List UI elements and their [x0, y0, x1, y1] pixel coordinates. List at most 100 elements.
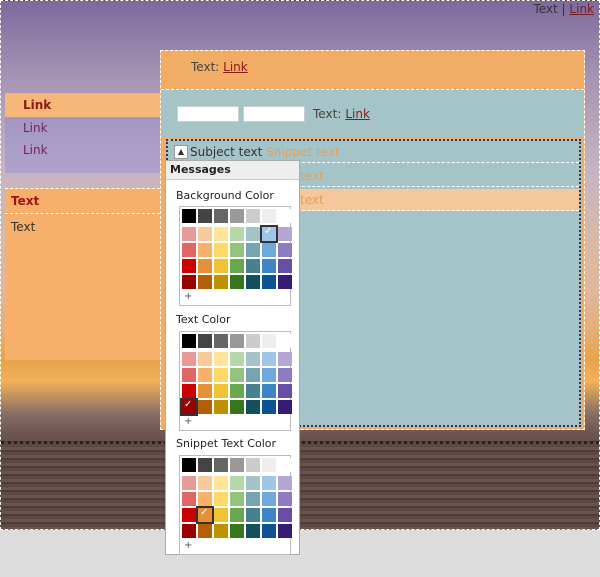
color-swatch[interactable] [214, 243, 228, 257]
color-swatch[interactable] [262, 476, 276, 490]
color-swatch[interactable] [260, 225, 278, 243]
color-swatch[interactable] [214, 227, 228, 241]
color-swatch[interactable] [246, 524, 260, 538]
color-swatch[interactable] [180, 398, 198, 416]
color-swatch[interactable] [278, 275, 292, 289]
color-swatch[interactable] [182, 275, 196, 289]
search-input-1[interactable] [177, 105, 239, 122]
color-swatch[interactable] [246, 476, 260, 490]
color-swatch[interactable] [214, 368, 228, 382]
color-swatch[interactable] [182, 209, 196, 223]
color-swatch[interactable] [182, 524, 196, 538]
bar1-link[interactable]: Link [223, 60, 248, 74]
color-swatch[interactable] [246, 334, 260, 348]
color-swatch[interactable] [262, 275, 276, 289]
color-swatch[interactable] [278, 384, 292, 398]
sidebar-link-1[interactable]: Link [5, 117, 160, 139]
color-swatch[interactable] [230, 384, 244, 398]
color-swatch[interactable] [278, 400, 292, 414]
color-swatch[interactable] [246, 352, 260, 366]
color-swatch[interactable] [182, 458, 196, 472]
color-swatch[interactable] [198, 476, 212, 490]
color-swatch[interactable] [214, 209, 228, 223]
color-swatch[interactable] [196, 506, 214, 524]
color-swatch[interactable] [198, 334, 212, 348]
color-swatch[interactable] [278, 458, 292, 472]
color-swatch[interactable] [214, 476, 228, 490]
color-swatch[interactable] [230, 476, 244, 490]
bar2-link[interactable]: Link [345, 107, 370, 121]
color-swatch[interactable] [230, 243, 244, 257]
color-swatch[interactable] [230, 400, 244, 414]
color-swatch[interactable] [230, 259, 244, 273]
color-swatch[interactable] [214, 524, 228, 538]
color-swatch[interactable] [278, 524, 292, 538]
color-swatch[interactable] [198, 227, 212, 241]
color-swatch[interactable] [278, 352, 292, 366]
color-swatch[interactable] [214, 508, 228, 522]
color-swatch[interactable] [198, 384, 212, 398]
color-swatch[interactable] [262, 259, 276, 273]
color-swatch[interactable] [182, 508, 196, 522]
search-input-2[interactable] [243, 105, 305, 122]
color-swatch[interactable] [262, 524, 276, 538]
color-swatch[interactable] [262, 492, 276, 506]
color-swatch[interactable] [262, 368, 276, 382]
color-swatch[interactable] [230, 368, 244, 382]
color-swatch[interactable] [198, 259, 212, 273]
top-link[interactable]: Link [569, 2, 594, 16]
color-swatch[interactable] [278, 508, 292, 522]
color-swatch[interactable] [230, 275, 244, 289]
color-swatch[interactable] [214, 352, 228, 366]
color-swatch[interactable] [262, 209, 276, 223]
color-swatch[interactable] [278, 209, 292, 223]
color-swatch[interactable] [230, 508, 244, 522]
add-custom-color-button[interactable]: + [182, 291, 288, 303]
color-swatch[interactable] [198, 400, 212, 414]
color-swatch[interactable] [230, 492, 244, 506]
color-swatch[interactable] [278, 368, 292, 382]
color-swatch[interactable] [198, 275, 212, 289]
color-swatch[interactable] [278, 243, 292, 257]
color-swatch[interactable] [230, 458, 244, 472]
add-custom-color-button[interactable]: + [182, 416, 288, 428]
color-swatch[interactable] [182, 384, 196, 398]
color-swatch[interactable] [262, 243, 276, 257]
color-swatch[interactable] [246, 275, 260, 289]
sidebar-link-heading[interactable]: Link [5, 93, 160, 117]
color-swatch[interactable] [214, 400, 228, 414]
color-swatch[interactable] [246, 400, 260, 414]
color-swatch[interactable] [198, 243, 212, 257]
add-custom-color-button[interactable]: + [182, 540, 288, 552]
color-swatch[interactable] [246, 368, 260, 382]
color-swatch[interactable] [278, 227, 292, 241]
color-swatch[interactable] [198, 524, 212, 538]
color-swatch[interactable] [214, 259, 228, 273]
color-swatch[interactable] [230, 334, 244, 348]
color-swatch[interactable] [246, 458, 260, 472]
color-swatch[interactable] [262, 508, 276, 522]
color-swatch[interactable] [278, 492, 292, 506]
color-swatch[interactable] [182, 243, 196, 257]
color-swatch[interactable] [214, 492, 228, 506]
color-swatch[interactable] [246, 492, 260, 506]
color-swatch[interactable] [198, 352, 212, 366]
color-swatch[interactable] [230, 524, 244, 538]
color-swatch[interactable] [182, 492, 196, 506]
color-swatch[interactable] [262, 458, 276, 472]
color-swatch[interactable] [182, 259, 196, 273]
color-swatch[interactable] [182, 227, 196, 241]
color-swatch[interactable] [230, 227, 244, 241]
color-swatch[interactable] [246, 243, 260, 257]
color-swatch[interactable] [246, 259, 260, 273]
color-swatch[interactable] [182, 476, 196, 490]
color-swatch[interactable] [214, 384, 228, 398]
color-swatch[interactable] [182, 334, 196, 348]
color-swatch[interactable] [262, 400, 276, 414]
color-swatch[interactable] [230, 352, 244, 366]
color-swatch[interactable] [214, 334, 228, 348]
color-swatch[interactable] [278, 476, 292, 490]
color-swatch[interactable] [198, 368, 212, 382]
color-swatch[interactable] [262, 352, 276, 366]
color-swatch[interactable] [262, 384, 276, 398]
